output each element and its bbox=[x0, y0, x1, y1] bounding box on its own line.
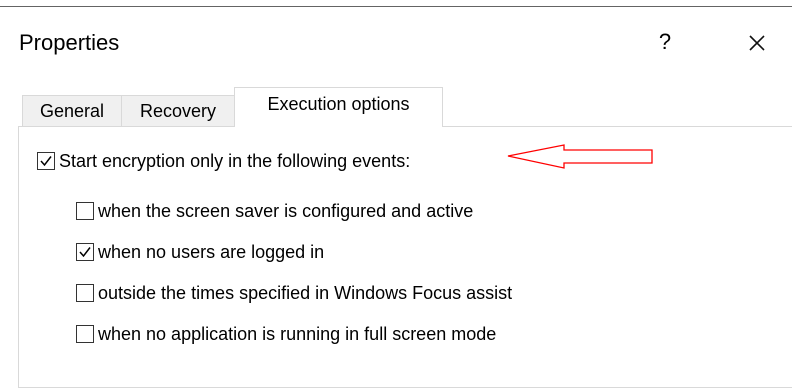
dialog-title: Properties bbox=[19, 30, 120, 55]
master-option-label: Start encryption only in the following e… bbox=[59, 151, 411, 171]
option-label-no-users: when no users are logged in bbox=[98, 242, 325, 262]
master-option-checkbox[interactable] bbox=[37, 152, 55, 170]
checkmark-icon bbox=[79, 247, 91, 258]
top-border bbox=[0, 0, 792, 10]
option-checkbox-screen-saver[interactable] bbox=[76, 202, 94, 220]
arrow-icon bbox=[507, 144, 653, 169]
option-row-screen-saver[interactable]: when the screen saver is configured and … bbox=[76, 199, 473, 223]
checkmark-icon bbox=[40, 156, 52, 167]
option-checkbox-full-screen[interactable] bbox=[76, 325, 94, 343]
master-option-row[interactable]: Start encryption only in the following e… bbox=[37, 149, 410, 173]
close-button[interactable] bbox=[748, 34, 766, 52]
option-checkbox-no-users[interactable] bbox=[76, 243, 94, 261]
close-icon bbox=[749, 35, 765, 51]
option-label-focus-assist: outside the times specified in Windows F… bbox=[98, 283, 513, 303]
tab-execution-options[interactable]: Execution options bbox=[234, 87, 443, 127]
option-row-full-screen[interactable]: when no application is running in full s… bbox=[76, 322, 496, 346]
option-label-full-screen: when no application is running in full s… bbox=[98, 324, 497, 344]
red-arrow-annotation bbox=[506, 139, 654, 173]
option-row-focus-assist[interactable]: outside the times specified in Windows F… bbox=[76, 281, 512, 305]
option-label-screen-saver: when the screen saver is configured and … bbox=[98, 201, 474, 221]
tab-general[interactable]: General bbox=[22, 95, 122, 126]
option-checkbox-focus-assist[interactable] bbox=[76, 284, 94, 302]
option-row-no-users[interactable]: when no users are logged in bbox=[76, 240, 324, 264]
help-button[interactable]: ? bbox=[655, 30, 675, 56]
tab-recovery[interactable]: Recovery bbox=[121, 95, 235, 126]
